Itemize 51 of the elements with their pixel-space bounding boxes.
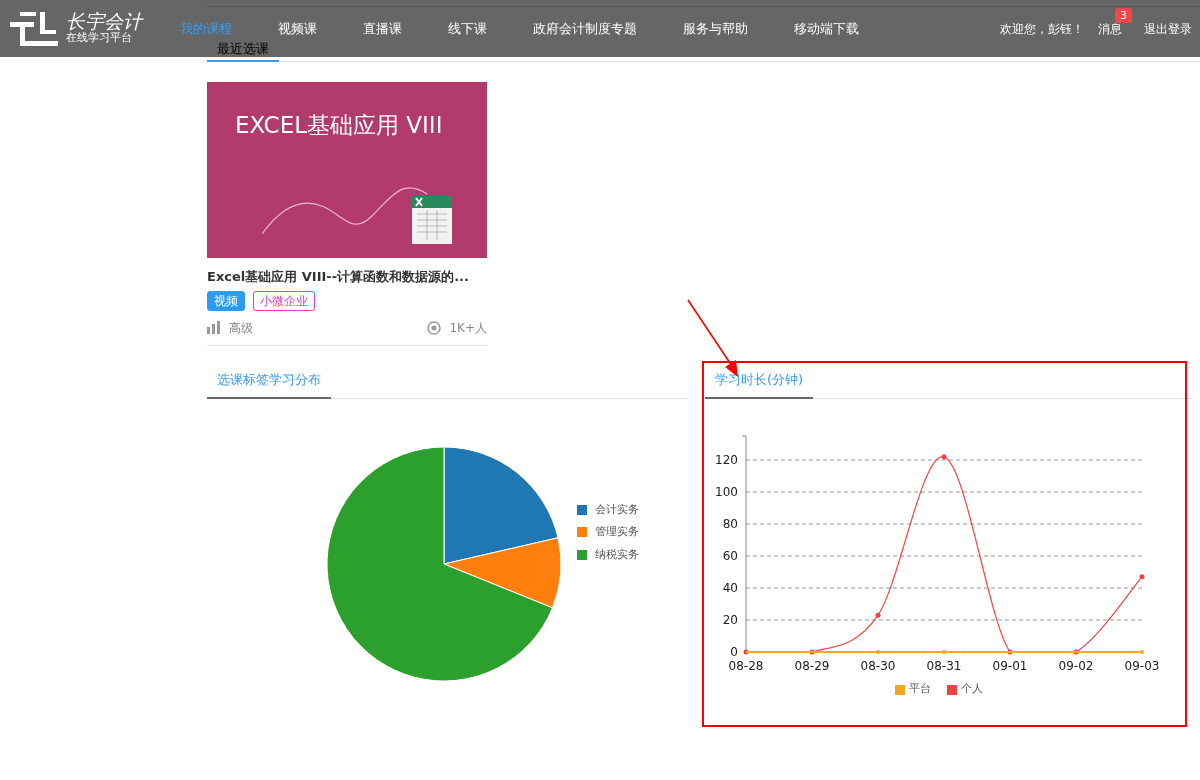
logout-link[interactable]: 退出登录 xyxy=(1144,19,1192,38)
nav-link[interactable]: 移动端下载 xyxy=(794,18,859,39)
x-tick-label: 08-31 xyxy=(926,659,962,674)
legend-label: 纳税实务 xyxy=(595,546,639,563)
x-tick-label: 08-28 xyxy=(728,659,764,674)
y-tick-label: 20 xyxy=(722,613,738,628)
nav-link[interactable]: 直播课 xyxy=(363,18,402,39)
course-title[interactable]: Excel基础应用 VIII--计算函数和数据源的... xyxy=(207,267,487,287)
y-tick-label: 40 xyxy=(722,581,738,596)
nav-link[interactable]: 服务与帮助 xyxy=(683,18,748,39)
course-level: 高级 xyxy=(229,319,253,337)
data-point xyxy=(809,649,815,655)
course-tag: 小微企业 xyxy=(253,290,315,311)
x-tick-label: 09-03 xyxy=(1124,659,1160,674)
thumbnail-title: EXCEL基础应用 VIII xyxy=(235,111,443,141)
data-point xyxy=(1073,649,1079,655)
x-tick-label: 08-29 xyxy=(794,659,830,674)
distribution-tab[interactable]: 选课标签学习分布 xyxy=(207,369,331,400)
y-tick-label: 80 xyxy=(722,517,738,532)
learner-count: 1K+人 xyxy=(449,319,487,337)
data-point xyxy=(875,613,881,618)
legend-label: 个人 xyxy=(961,681,983,698)
y-tick-label: 100 xyxy=(715,485,738,500)
eye-icon xyxy=(427,320,442,335)
messages-link[interactable]: 消息 xyxy=(1098,21,1122,36)
data-point xyxy=(1139,574,1145,580)
logo-title: 长宇会计 xyxy=(66,12,142,32)
course-tag: 视频 xyxy=(207,290,245,311)
level-bars-icon xyxy=(207,321,221,335)
y-tick-label: 60 xyxy=(722,549,738,564)
legend-label: 管理实务 xyxy=(595,524,639,541)
logo-subtitle: 在线学习平台 xyxy=(66,31,133,45)
data-point xyxy=(941,454,947,460)
logo-icon xyxy=(10,9,60,48)
x-tick-label: 09-01 xyxy=(992,659,1028,674)
nav-link[interactable]: 视频课 xyxy=(278,18,317,39)
legend-label: 会计实务 xyxy=(595,501,639,518)
message-count-badge: 3 xyxy=(1115,7,1132,23)
y-tick-label: 0 xyxy=(730,645,738,660)
nav-link[interactable]: 政府会计制度专题 xyxy=(533,18,637,39)
nav-link[interactable]: 线下课 xyxy=(448,18,487,39)
data-point xyxy=(1140,650,1144,655)
welcome-text: 欢迎您，彭钰！ xyxy=(1000,20,1084,38)
recent-courses-tab[interactable]: 最近选课 xyxy=(207,42,279,63)
data-point xyxy=(1007,649,1013,655)
course-thumbnail[interactable]: EXCEL基础应用 VIII xyxy=(207,82,487,259)
y-tick-label: 120 xyxy=(715,453,738,468)
data-point xyxy=(743,649,749,655)
legend-label: 平台 xyxy=(909,681,931,698)
x-tick-label: 09-02 xyxy=(1058,659,1094,674)
x-tick-label: 08-30 xyxy=(860,659,896,674)
